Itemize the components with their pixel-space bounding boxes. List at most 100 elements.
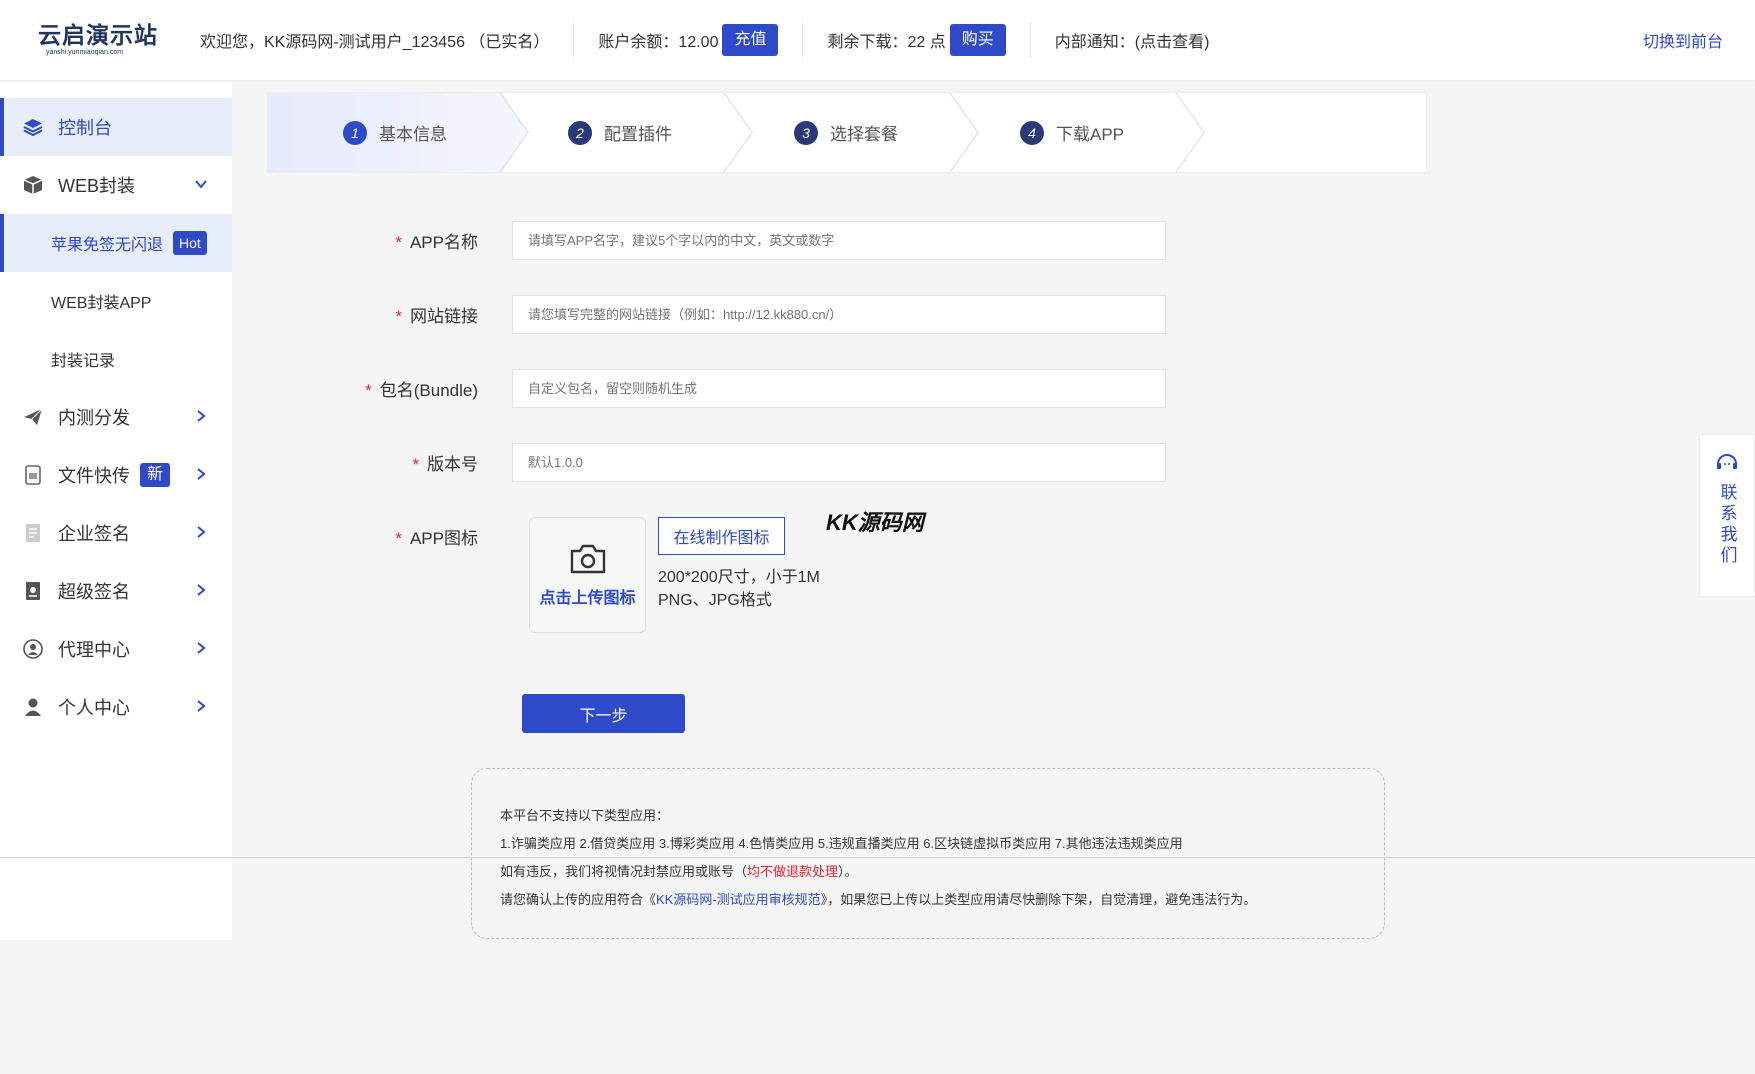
field-label: * 包名(Bundle) xyxy=(290,376,478,401)
icon-size-hint: 200*200尺寸，小于1M xyxy=(658,569,820,586)
watermark-text: KK源码网 xyxy=(826,510,924,535)
chevron-right-icon xyxy=(197,526,206,538)
sidebar-subitem-records[interactable]: 封装记录 xyxy=(0,330,232,388)
step-label: 配置插件 xyxy=(604,125,672,144)
document-icon xyxy=(22,522,44,544)
sidebar-item-dashboard[interactable]: 控制台 xyxy=(0,98,232,156)
required-mark: * xyxy=(395,307,402,326)
step-divider xyxy=(723,93,753,172)
step-number: 4 xyxy=(1020,120,1044,145)
sidebar-item-agent-center[interactable]: 代理中心 xyxy=(0,620,232,678)
make-icon-online-button[interactable]: 在线制作图标 xyxy=(658,517,785,555)
sidebar-item-label: 文件快传 xyxy=(58,466,130,486)
site-url-input[interactable] xyxy=(512,295,1166,334)
field-label: * APP图标 xyxy=(290,524,478,549)
sidebar-subitem-apple[interactable]: 苹果免签无闪退 Hot xyxy=(0,214,232,272)
switch-to-front-link[interactable]: 切换到前台 xyxy=(1643,28,1723,52)
sidebar-item-label: 苹果免签无闪退 xyxy=(51,237,164,254)
field-label-text: 包名(Bundle) xyxy=(379,381,478,400)
field-label-text: APP名称 xyxy=(409,233,478,252)
welcome-text: 欢迎您，KK源码网-测试用户_123456 （已实名） xyxy=(200,34,550,51)
notice-violation: 如有违反，我们将视情况封禁应用或账号（均不做退款处理）。 xyxy=(500,858,1384,886)
sidebar-item-label: 内测分发 xyxy=(58,408,130,428)
top-header: 云启演示站 yanshi.yunmiaoqian.com 欢迎您，KK源码网-测… xyxy=(0,0,1755,80)
sidebar-item-web-wrap[interactable]: WEB封装 xyxy=(0,156,232,214)
step-divider xyxy=(949,93,979,172)
no-refund-text: 均不做退款处理 xyxy=(747,864,839,879)
step-download-app[interactable]: 4 下载APP xyxy=(1020,120,1124,145)
balance-area: 账户余额：12.00 充值 xyxy=(598,0,779,80)
step-label: 下载APP xyxy=(1056,125,1125,144)
sidebar-item-label: 个人中心 xyxy=(58,698,130,718)
step-choose-plan[interactable]: 3 选择套餐 xyxy=(794,120,898,145)
field-label-text: 网站链接 xyxy=(410,307,478,326)
required-mark: * xyxy=(365,381,372,400)
notice-text: 如有违反，我们将视情况封禁应用或账号（ xyxy=(500,864,748,879)
app-name-input[interactable] xyxy=(512,221,1166,260)
sidebar-item-label: WEB封装APP xyxy=(51,295,152,312)
notice-confirm: 请您确认上传的应用符合《KK源码网-测试应用审核规范》，如果您已上传以上类型应用… xyxy=(500,886,1384,914)
step-label: 选择套餐 xyxy=(830,125,898,144)
form-row-app-name: * APP名称 xyxy=(290,221,478,260)
sidebar-item-label: 代理中心 xyxy=(58,640,130,660)
step-divider xyxy=(1175,93,1205,172)
buy-button[interactable]: 购买 xyxy=(949,24,1006,56)
notice-text: 》，如果您已上传以上类型应用请尽快删除下架，自觉清理，避免违法行为。 xyxy=(820,892,1257,907)
field-label-text: APP图标 xyxy=(409,528,478,548)
bundle-input[interactable] xyxy=(512,369,1166,408)
user-icon xyxy=(22,696,44,718)
chevron-down-icon xyxy=(195,180,207,189)
new-badge: 新 xyxy=(140,463,171,487)
notice-text: ）。 xyxy=(838,864,858,879)
sidebar-item-label: WEB封装 xyxy=(58,176,136,196)
field-label: * 网站链接 xyxy=(290,302,478,327)
sidebar-item-label: 企业签名 xyxy=(58,524,130,544)
contact-us-float[interactable]: 联系我们 xyxy=(1699,434,1755,597)
divider xyxy=(573,23,575,57)
agent-icon xyxy=(22,638,44,660)
internal-notice-link[interactable]: 内部通知：(点击查看) xyxy=(1055,0,1210,80)
paper-plane-icon xyxy=(22,406,44,428)
chevron-right-icon xyxy=(197,700,206,712)
sidebar-item-label: 超级签名 xyxy=(58,582,130,602)
form-row-bundle: * 包名(Bundle) xyxy=(290,369,478,408)
form-row-app-icon: * APP图标 xyxy=(290,524,478,548)
review-rules-link[interactable]: KK源码网-测试应用审核规范 xyxy=(656,892,821,907)
icon-upload-box[interactable]: 点击上传图标 xyxy=(529,517,646,633)
notice-title: 本平台不支持以下类型应用： xyxy=(500,808,670,823)
sidebar-item-enterprise-sign[interactable]: 企业签名 xyxy=(0,504,232,562)
required-mark: * xyxy=(395,528,402,548)
sidebar-item-label: 封装记录 xyxy=(51,353,116,370)
logo[interactable]: 云启演示站 yanshi.yunmiaoqian.com xyxy=(0,22,200,58)
box-icon xyxy=(22,174,44,196)
form-row-version: * 版本号 xyxy=(290,443,478,482)
form-row-site-url: * 网站链接 xyxy=(290,295,478,334)
step-label: 基本信息 xyxy=(379,125,447,144)
file-icon xyxy=(22,464,44,486)
sidebar-subitem-web-app[interactable]: WEB封装APP xyxy=(0,272,232,330)
step-config-plugins[interactable]: 2 配置插件 xyxy=(568,120,672,145)
hot-badge: Hot xyxy=(173,231,207,255)
version-input[interactable] xyxy=(512,443,1166,482)
sidebar-item-file-transfer[interactable]: 文件快传 新 xyxy=(0,446,232,504)
camera-icon xyxy=(570,544,605,574)
sidebar-item-beta-dist[interactable]: 内测分发 xyxy=(0,388,232,446)
downloads-area: 剩余下载：22 点 购买 xyxy=(827,0,1006,80)
step-number: 2 xyxy=(568,120,592,145)
next-step-button[interactable]: 下一步 xyxy=(522,694,685,733)
notice-categories: 1.诈骗类应用 2.借贷类应用 3.博彩类应用 4.色情类应用 5.违规直播类应… xyxy=(500,836,1183,851)
step-number: 3 xyxy=(794,120,818,145)
upload-text: 点击上传图标 xyxy=(539,590,636,607)
sidebar-item-super-sign[interactable]: 超级签名 xyxy=(0,562,232,620)
divider xyxy=(1029,23,1031,57)
sidebar-item-personal-center[interactable]: 个人中心 xyxy=(0,678,232,736)
chevron-right-icon xyxy=(197,468,206,480)
chevron-right-icon xyxy=(197,410,206,422)
notice-text: 请您确认上传的应用符合《 xyxy=(500,892,657,907)
icon-format-hint: PNG、JPG格式 xyxy=(658,592,772,609)
divider xyxy=(802,23,804,57)
step-basic-info[interactable]: 1 基本信息 xyxy=(343,120,447,145)
recharge-button[interactable]: 充值 xyxy=(722,24,779,56)
downloads-text: 剩余下载：22 点 xyxy=(827,34,946,51)
logo-domain: yanshi.yunmiaoqian.com xyxy=(46,49,124,56)
